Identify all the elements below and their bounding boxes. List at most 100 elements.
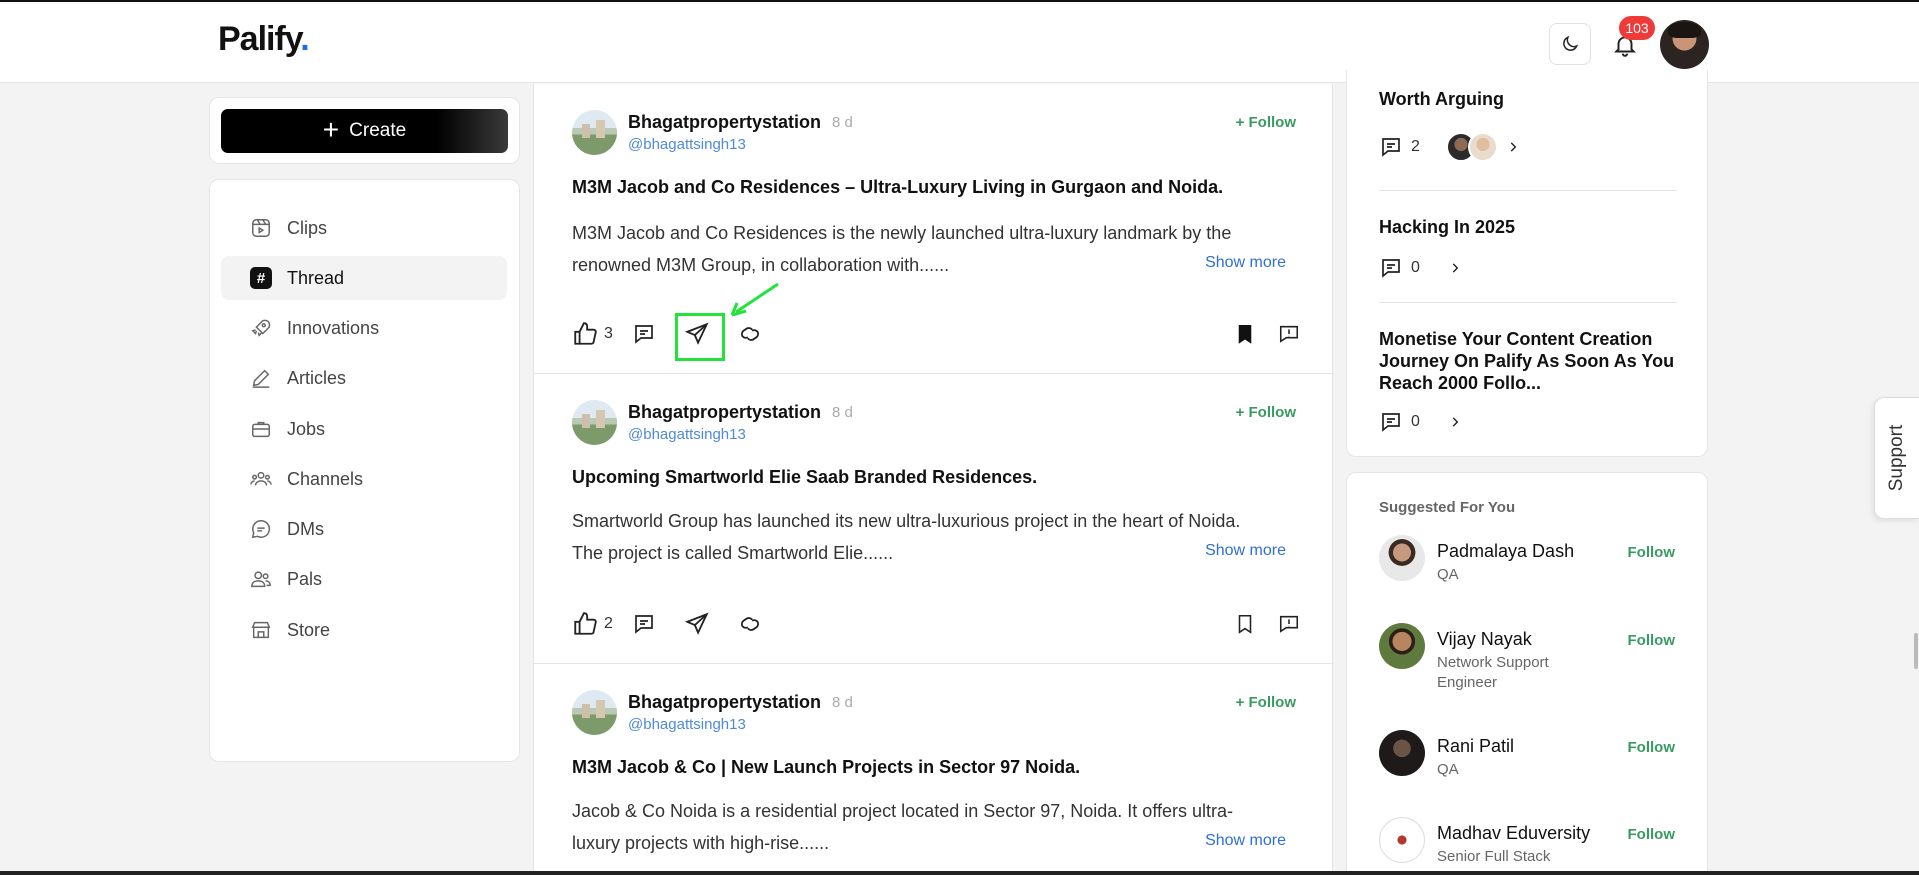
show-more-link[interactable]: Show more [1205, 832, 1286, 850]
sidebar-item-innovations[interactable]: Innovations [221, 306, 507, 350]
link-icon [741, 327, 759, 341]
suggested-name[interactable]: Rani Patil [1437, 736, 1514, 757]
post-time: 8 d [832, 404, 853, 421]
chat-icon [249, 517, 273, 541]
like-button[interactable]: 2 [572, 608, 613, 640]
like-count: 3 [604, 325, 613, 342]
follow-button[interactable]: + Follow [1236, 114, 1296, 131]
chevron-right-icon[interactable] [1506, 140, 1520, 154]
report-button[interactable] [1278, 608, 1300, 640]
post-body-line: Jacob & Co Noida is a residential projec… [572, 801, 1234, 821]
divider [1379, 302, 1677, 303]
post-author-name[interactable]: Bhagatpropertystation [628, 112, 821, 133]
repost-button[interactable] [737, 608, 763, 640]
thread-feed: Bhagatpropertystation 8 d @bhagattsingh1… [533, 84, 1334, 875]
follow-button[interactable]: Follow [1628, 544, 1676, 561]
sidebar-item-store[interactable]: Store [221, 608, 507, 652]
sidebar-item-channels[interactable]: Channels [221, 457, 507, 501]
post-author-name[interactable]: Bhagatpropertystation [628, 692, 821, 713]
bookmark-button[interactable] [1234, 608, 1256, 640]
avatar[interactable] [1379, 535, 1425, 581]
follow-button[interactable]: + Follow [1236, 404, 1296, 421]
trending-meta: 0 [1379, 410, 1462, 434]
clips-icon [249, 216, 273, 240]
sidebar-item-thread[interactable]: # Thread [221, 256, 507, 300]
dark-mode-toggle-button[interactable] [1549, 23, 1591, 65]
bottom-edge [0, 871, 1919, 875]
suggested-name[interactable]: Vijay Nayak [1437, 629, 1532, 650]
create-card: + Create [209, 97, 520, 164]
comment-icon [1382, 138, 1400, 157]
post-author-handle[interactable]: @bhagattsingh13 [628, 136, 746, 153]
post-author-name[interactable]: Bhagatpropertystation [628, 402, 821, 423]
post-author-avatar[interactable] [572, 690, 617, 735]
scrollbar-thumb[interactable] [1914, 633, 1918, 669]
avatar[interactable] [1379, 730, 1425, 776]
follow-button[interactable]: Follow [1628, 826, 1676, 843]
participant-avatars [1445, 132, 1498, 162]
chevron-right-icon[interactable] [1448, 415, 1462, 429]
post-title[interactable]: M3M Jacob & Co | New Launch Projects in … [572, 757, 1292, 778]
post-title[interactable]: M3M Jacob and Co Residences – Ultra-Luxu… [572, 177, 1292, 198]
post-author-handle[interactable]: @bhagattsingh13 [628, 426, 746, 443]
trending-title[interactable]: Hacking In 2025 [1379, 216, 1679, 238]
chevron-right-icon[interactable] [1448, 261, 1462, 275]
post-author-avatar[interactable] [572, 400, 617, 445]
post-body: Smartworld Group has launched its new ul… [572, 505, 1252, 569]
palify-logo[interactable]: Palify. [218, 20, 310, 59]
briefcase-icon [249, 417, 273, 441]
post-author-handle[interactable]: @bhagattsingh13 [628, 716, 746, 733]
share-button[interactable] [684, 608, 710, 640]
sidebar-item-jobs[interactable]: Jobs [221, 407, 507, 451]
trending-title[interactable]: Monetise Your Content Creation Journey O… [1379, 328, 1679, 394]
show-more-link[interactable]: Show more [1205, 254, 1286, 272]
trending-threads-card: Worth Arguing 2 Hacking In 2025 0 Moneti… [1346, 70, 1708, 457]
sidebar-item-articles[interactable]: Articles [221, 356, 507, 400]
sidebar-item-label: Pals [287, 568, 323, 589]
repost-button[interactable] [737, 318, 763, 350]
trending-meta: 0 [1379, 256, 1462, 280]
comment-button[interactable] [632, 318, 656, 350]
post-author-avatar[interactable] [572, 110, 617, 155]
suggested-role: QA [1437, 566, 1459, 583]
sidebar-item-clips[interactable]: Clips [221, 206, 507, 250]
divider [1379, 190, 1677, 191]
support-tab[interactable]: Support [1874, 397, 1919, 519]
post-body-line: The project is called Smartworld Elie...… [572, 543, 894, 563]
sidebar-item-label: Clips [287, 217, 328, 238]
follow-button[interactable]: Follow [1628, 739, 1676, 756]
thumbs-up-icon [574, 612, 597, 635]
sidebar-item-dms[interactable]: DMs [221, 507, 507, 551]
trending-title[interactable]: Worth Arguing [1379, 88, 1679, 110]
sidebar-item-label: Articles [287, 367, 347, 388]
notification-count-badge: 103 [1619, 16, 1655, 40]
create-button[interactable]: + Create [221, 109, 508, 153]
post-title[interactable]: Upcoming Smartworld Elie Saab Branded Re… [572, 467, 1292, 488]
show-more-link[interactable]: Show more [1205, 542, 1286, 560]
suggested-name[interactable]: Padmalaya Dash [1437, 541, 1574, 562]
rocket-icon [249, 316, 273, 340]
suggested-name[interactable]: Madhav Eduversity [1437, 823, 1590, 844]
post-body-line: Smartworld Group has launched its new ul… [572, 511, 1241, 531]
comment-button[interactable] [632, 608, 656, 640]
follow-button[interactable]: + Follow [1236, 694, 1296, 711]
avatar[interactable] [1379, 817, 1425, 863]
create-button-label: Create [349, 120, 407, 141]
report-button[interactable] [1278, 318, 1300, 350]
avatar[interactable] [1379, 623, 1425, 669]
users-icon [249, 467, 273, 491]
like-button[interactable]: 3 [572, 318, 613, 350]
sidebar-item-label: Thread [287, 267, 345, 288]
post-time: 8 d [832, 114, 853, 131]
post-card: Bhagatpropertystation 8 d @bhagattsingh1… [534, 374, 1334, 664]
suggested-role: QA [1437, 761, 1459, 778]
moon-icon [1563, 35, 1579, 51]
store-icon [249, 618, 273, 642]
post-card: Bhagatpropertystation 8 d @bhagattsingh1… [534, 664, 1334, 875]
follow-button[interactable]: Follow [1628, 632, 1676, 649]
user-avatar[interactable] [1660, 20, 1709, 69]
comment-count: 0 [1411, 259, 1420, 276]
bookmark-button[interactable] [1234, 318, 1256, 350]
pencil-icon [249, 366, 273, 390]
sidebar-item-pals[interactable]: Pals [221, 557, 507, 601]
